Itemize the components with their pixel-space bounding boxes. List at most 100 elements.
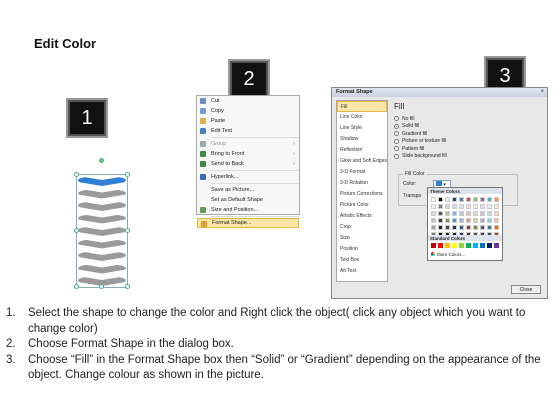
nav-item-size[interactable]: Size: [337, 233, 387, 244]
color-swatch[interactable]: [487, 225, 492, 230]
radio-button[interactable]: [394, 116, 399, 122]
color-swatch[interactable]: [431, 204, 436, 209]
nav-item-glow-and-soft-edges[interactable]: Glow and Soft Edges: [337, 156, 387, 167]
nav-item-line-style[interactable]: Line Style: [337, 123, 387, 134]
color-swatch[interactable]: [459, 197, 464, 202]
color-swatch[interactable]: [445, 197, 450, 202]
nav-item-picture-color[interactable]: Picture Color: [337, 200, 387, 211]
menu-item-set-as-default-shape[interactable]: Set as Default Shape: [197, 195, 299, 205]
color-swatch[interactable]: [452, 211, 457, 216]
resize-handle[interactable]: [125, 284, 130, 289]
color-swatch[interactable]: [438, 218, 443, 223]
nav-item-text-box[interactable]: Text Box: [337, 255, 387, 266]
chevron-shape-stack[interactable]: [72, 158, 132, 289]
color-swatch[interactable]: [480, 204, 485, 209]
fill-option-no-fill[interactable]: No fill: [392, 115, 544, 123]
color-swatch[interactable]: [431, 211, 436, 216]
radio-button[interactable]: [394, 138, 399, 144]
menu-item-cut[interactable]: Cut: [197, 96, 299, 106]
fill-option-gradient-fill[interactable]: Gradient fill: [392, 130, 544, 138]
nav-item-position[interactable]: Position: [337, 244, 387, 255]
color-swatch[interactable]: [473, 243, 478, 248]
color-swatch[interactable]: [459, 225, 464, 230]
color-swatch[interactable]: [452, 197, 457, 202]
color-swatch[interactable]: [452, 218, 457, 223]
color-swatch[interactable]: [480, 243, 485, 248]
color-swatch[interactable]: [466, 243, 471, 248]
color-swatch[interactable]: [438, 243, 443, 248]
resize-handle[interactable]: [125, 228, 130, 233]
color-swatch[interactable]: [487, 197, 492, 202]
color-swatch[interactable]: [459, 243, 464, 248]
color-swatch[interactable]: [487, 243, 492, 248]
menu-item-copy[interactable]: Copy: [197, 106, 299, 116]
color-swatch[interactable]: [438, 197, 443, 202]
color-swatch[interactable]: [494, 204, 499, 209]
color-swatch[interactable]: [494, 211, 499, 216]
color-swatch[interactable]: [445, 225, 450, 230]
color-swatch[interactable]: [452, 243, 457, 248]
color-swatch[interactable]: [431, 243, 436, 248]
color-swatch[interactable]: [473, 204, 478, 209]
color-swatch[interactable]: [473, 197, 478, 202]
color-swatch[interactable]: [487, 211, 492, 216]
color-swatch[interactable]: [431, 197, 436, 202]
radio-button[interactable]: [394, 153, 399, 159]
color-swatch[interactable]: [494, 225, 499, 230]
color-swatch[interactable]: [431, 218, 436, 223]
menu-item-bring-to-front[interactable]: Bring to Front ›: [197, 149, 299, 159]
resize-handle[interactable]: [99, 284, 104, 289]
color-swatch[interactable]: [466, 225, 471, 230]
resize-handle[interactable]: [74, 172, 79, 177]
fill-option-solid-fill[interactable]: Solid fill: [392, 123, 544, 131]
color-swatch[interactable]: [445, 204, 450, 209]
color-swatch[interactable]: [445, 211, 450, 216]
color-swatch[interactable]: [466, 211, 471, 216]
menu-item-hyperlink[interactable]: Hyperlink...: [197, 172, 299, 182]
nav-item-alt-text[interactable]: Alt Text: [337, 266, 387, 277]
color-swatch[interactable]: [480, 197, 485, 202]
nav-item-line-color[interactable]: Line Color: [337, 112, 387, 123]
color-swatch[interactable]: [473, 211, 478, 216]
color-swatch[interactable]: [466, 197, 471, 202]
color-swatch[interactable]: [480, 211, 485, 216]
fill-option-picture-or-texture-fill[interactable]: Picture or texture fill: [392, 138, 544, 146]
color-swatch[interactable]: [487, 218, 492, 223]
nav-item-reflection[interactable]: Reflection: [337, 145, 387, 156]
resize-handle[interactable]: [74, 228, 79, 233]
menu-item-group[interactable]: Group ›: [197, 139, 299, 149]
fill-option-pattern-fill[interactable]: Pattern fill: [392, 145, 544, 153]
color-swatch[interactable]: [494, 243, 499, 248]
resize-handle[interactable]: [74, 284, 79, 289]
radio-button[interactable]: [394, 123, 399, 129]
color-swatch[interactable]: [438, 225, 443, 230]
color-swatch[interactable]: [487, 204, 492, 209]
menu-item-format-shape[interactable]: Format Shape...: [197, 218, 299, 228]
color-swatch[interactable]: [480, 218, 485, 223]
color-swatch[interactable]: [438, 204, 443, 209]
color-swatch[interactable]: [459, 211, 464, 216]
color-swatch[interactable]: [494, 197, 499, 202]
color-swatch[interactable]: [473, 225, 478, 230]
fill-option-slide-background-fill[interactable]: Slide background fill: [392, 153, 544, 161]
radio-button[interactable]: [394, 146, 399, 152]
nav-item-3-d-format[interactable]: 3-D Format: [337, 167, 387, 178]
color-swatch[interactable]: [459, 218, 464, 223]
color-swatch[interactable]: [466, 204, 471, 209]
nav-item-artistic-effects[interactable]: Artistic Effects: [337, 211, 387, 222]
menu-item-paste[interactable]: Paste: [197, 116, 299, 126]
color-swatch[interactable]: [466, 218, 471, 223]
color-swatch[interactable]: [480, 225, 485, 230]
color-swatch[interactable]: [445, 243, 450, 248]
color-swatch[interactable]: [473, 218, 478, 223]
more-colors-item[interactable]: More Colors...: [431, 252, 465, 257]
close-button[interactable]: Close: [511, 285, 541, 294]
menu-item-edit-text[interactable]: Edit Text: [197, 126, 299, 136]
nav-item-picture-corrections[interactable]: Picture Corrections: [337, 189, 387, 200]
menu-item-send-to-back[interactable]: Send to Back ›: [197, 159, 299, 169]
nav-item-shadow[interactable]: Shadow: [337, 134, 387, 145]
color-swatch[interactable]: [431, 225, 436, 230]
color-swatch[interactable]: [438, 211, 443, 216]
resize-handle[interactable]: [125, 172, 130, 177]
menu-item-size-and-position[interactable]: Size and Position...: [197, 205, 299, 215]
